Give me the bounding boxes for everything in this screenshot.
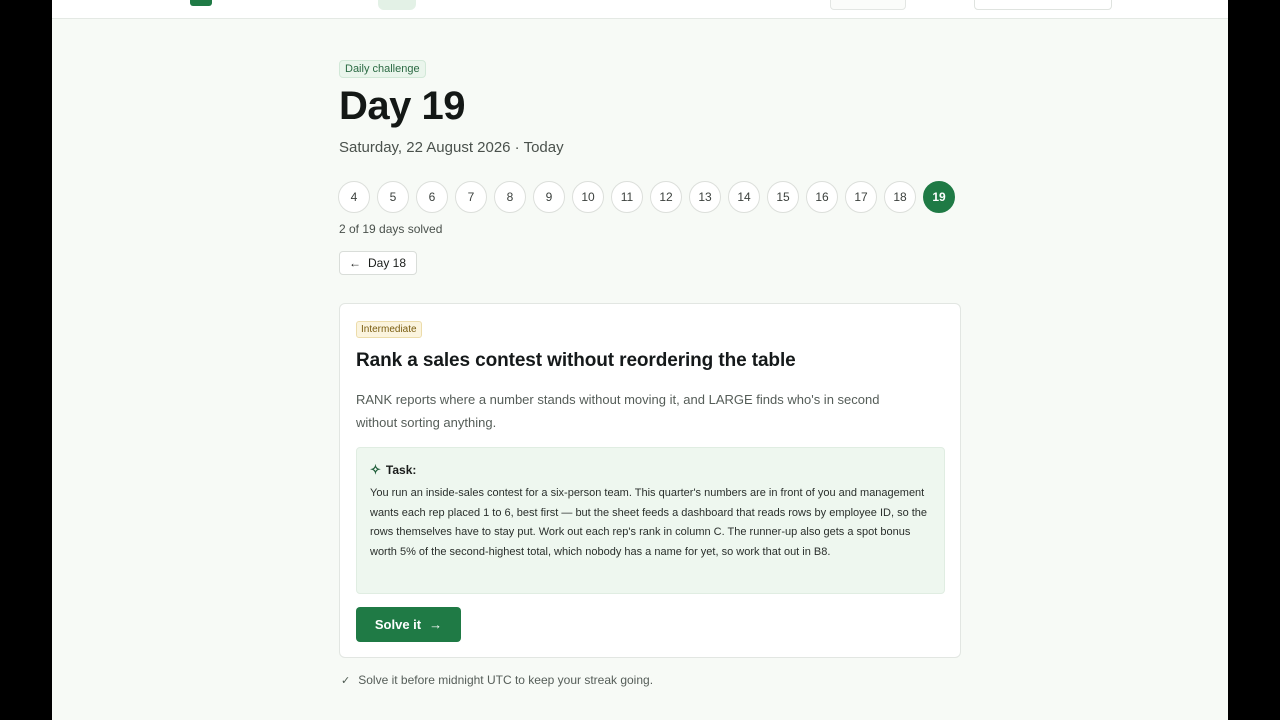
challenge-card: Intermediate Rank a sales contest withou… [339, 303, 961, 658]
day-button-10[interactable]: 10 [572, 181, 604, 213]
nav-item-active[interactable] [378, 0, 416, 10]
previous-day-button[interactable]: ← Day 18 [339, 251, 418, 275]
page-title: Day 19 [339, 84, 465, 128]
day-button-16[interactable]: 16 [806, 181, 838, 213]
day-button-7[interactable]: 7 [455, 181, 487, 213]
previous-day-label: Day 18 [368, 256, 407, 270]
day-button-8[interactable]: 8 [494, 181, 526, 213]
day-button-5[interactable]: 5 [377, 181, 409, 213]
day-selector[interactable]: 4 5 6 7 8 9 10 11 12 13 14 15 16 17 18 19 [332, 181, 972, 215]
difficulty-badge: Intermediate [356, 321, 422, 338]
day-button-17[interactable]: 17 [845, 181, 877, 213]
task-text: You run an inside-sales contest for a si… [370, 487, 928, 558]
top-search-input[interactable] [974, 0, 1112, 10]
solve-button[interactable]: Solve it → [356, 607, 461, 642]
solve-button-label: Solve it [374, 617, 422, 632]
day-button-6[interactable]: 6 [416, 181, 448, 213]
top-navbar [52, 0, 1228, 19]
task-label: Task: [385, 463, 417, 477]
app-logo[interactable] [190, 0, 212, 6]
day-button-14[interactable]: 14 [728, 181, 760, 213]
daily-challenge-badge: Daily challenge [339, 60, 426, 78]
date-line: Saturday, 22 August 2026 · Today [339, 139, 564, 156]
day-button-18[interactable]: 18 [884, 181, 916, 213]
day-button-11[interactable]: 11 [611, 181, 643, 213]
sparkle-icon: ✧ [370, 462, 381, 477]
arrow-right-icon: → [429, 617, 443, 632]
day-list: 4 5 6 7 8 9 10 11 12 13 14 15 16 17 18 19 [332, 181, 962, 213]
day-button-13[interactable]: 13 [689, 181, 721, 213]
solved-count: 2 of 19 days solved [339, 222, 443, 236]
day-button-4[interactable]: 4 [338, 181, 370, 213]
task-header: ✧ Task: [370, 462, 416, 478]
challenge-title: Rank a sales contest without reordering … [356, 350, 796, 371]
day-button-12[interactable]: 12 [650, 181, 682, 213]
page-viewport: Daily challenge Day 19 Saturday, 22 Augu… [52, 0, 1228, 720]
streak-note-text: Solve it before midnight UTC to keep you… [358, 673, 654, 687]
day-button-19[interactable]: 19 [923, 181, 955, 213]
day-button-15[interactable]: 15 [767, 181, 799, 213]
day-button-9[interactable]: 9 [533, 181, 565, 213]
challenge-description: RANK reports where a number stands witho… [356, 392, 880, 430]
top-action-button[interactable] [830, 0, 906, 10]
task-box: ✧ Task: You run an inside-sales contest … [356, 447, 945, 594]
streak-note: ✓ Solve it before midnight UTC to keep y… [341, 673, 653, 687]
check-icon: ✓ [341, 674, 351, 687]
arrow-left-icon: ← [349, 256, 361, 270]
